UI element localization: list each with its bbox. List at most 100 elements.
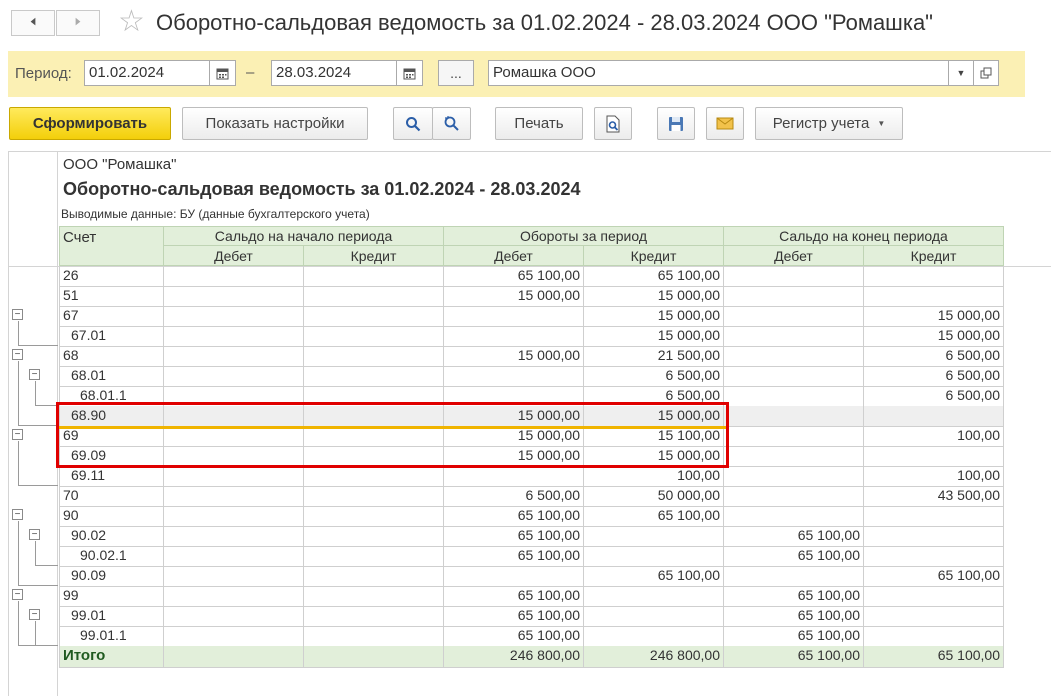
closing-credit-cell (863, 286, 1004, 307)
generate-button[interactable]: Сформировать (9, 107, 171, 140)
turnover-debit-cell (443, 366, 584, 387)
closing-debit-cell (723, 346, 864, 367)
collapse-group-68-01-icon[interactable]: − (29, 369, 40, 380)
closing-debit-cell (723, 366, 864, 387)
collapse-group-99-01-icon[interactable]: − (29, 609, 40, 620)
open-form-icon (980, 67, 992, 79)
chevron-down-icon: ▼ (877, 119, 886, 128)
account-cell: 26 (59, 266, 164, 287)
opening-debit-cell (163, 526, 304, 547)
closing-debit-cell: 65 100,00 (723, 606, 864, 627)
date-to-calendar-button[interactable] (396, 60, 423, 86)
opening-debit-cell (163, 366, 304, 387)
header-closing-credit: Кредит (863, 245, 1004, 266)
turnover-credit-cell: 50 000,00 (583, 486, 724, 507)
header-opening-credit: Кредит (303, 245, 444, 266)
turnover-debit-cell: 65 100,00 (443, 626, 584, 647)
tree-line (35, 381, 36, 406)
closing-debit-cell (723, 266, 864, 287)
header-turnover-debit: Дебет (443, 245, 584, 266)
accounting-register-button[interactable]: Регистр учета ▼ (755, 107, 903, 140)
closing-credit-cell (863, 546, 1004, 567)
closing-debit-cell (723, 486, 864, 507)
closing-debit-cell (723, 506, 864, 527)
organization-dropdown-button[interactable]: ▼ (948, 60, 974, 86)
organization-open-button[interactable] (973, 60, 999, 86)
closing-credit-cell: 15 000,00 (863, 326, 1004, 347)
opening-debit-cell (163, 346, 304, 367)
opening-debit-cell (163, 546, 304, 567)
opening-debit-cell (163, 606, 304, 627)
collapse-group-68-icon[interactable]: − (12, 349, 23, 360)
closing-credit-cell (863, 446, 1004, 467)
turnover-debit-cell: 65 100,00 (443, 506, 584, 527)
header-turnover-credit: Кредит (583, 245, 724, 266)
collapse-group-99-icon[interactable]: − (12, 589, 23, 600)
print-button[interactable]: Печать (495, 107, 583, 140)
print-preview-button[interactable] (594, 107, 632, 140)
turnover-credit-cell: 65 100,00 (583, 566, 724, 587)
account-cell: 99 (59, 586, 164, 607)
opening-debit-cell (163, 626, 304, 647)
date-from-calendar-button[interactable] (209, 60, 236, 86)
turnover-debit-cell: 65 100,00 (443, 546, 584, 567)
total-label: Итого (59, 646, 164, 668)
collapse-group-90-02-icon[interactable]: − (29, 529, 40, 540)
organization-input[interactable]: Ромашка ООО (488, 60, 949, 86)
window-title: Оборотно-сальдовая ведомость за 01.02.20… (156, 10, 933, 35)
opening-credit-cell (303, 606, 444, 627)
tree-line (18, 521, 19, 586)
turnover-debit-cell: 15 000,00 (443, 346, 584, 367)
turnover-credit-cell: 21 500,00 (583, 346, 724, 367)
period-separator: – (246, 64, 255, 81)
favorite-star-icon[interactable]: ☆ (118, 5, 145, 39)
turnover-credit-cell (583, 586, 724, 607)
closing-credit-cell: 65 100,00 (863, 566, 1004, 587)
collapse-group-90-icon[interactable]: − (12, 509, 23, 520)
date-to-input[interactable]: 28.03.2024 (271, 60, 397, 86)
closing-debit-cell: 65 100,00 (723, 546, 864, 567)
search-refresh-button[interactable] (432, 107, 471, 140)
closing-debit-cell (723, 386, 864, 407)
save-button[interactable] (657, 107, 695, 140)
opening-credit-cell (303, 546, 444, 567)
closing-debit-cell (723, 326, 864, 347)
show-settings-button[interactable]: Показать настройки (182, 107, 368, 140)
report-org: ООО "Ромашка" (63, 156, 177, 173)
turnover-credit-cell: 15 000,00 (583, 306, 724, 327)
total-closing-credit: 65 100,00 (863, 646, 1004, 668)
period-select-button[interactable]: ... (438, 60, 474, 86)
closing-debit-cell (723, 566, 864, 587)
opening-credit-cell (303, 466, 444, 487)
envelope-icon (716, 117, 734, 130)
back-button[interactable]: 🢐 (11, 10, 55, 36)
turnover-debit-cell: 65 100,00 (443, 266, 584, 287)
tree-line (35, 621, 36, 646)
date-from-input[interactable]: 01.02.2024 (84, 60, 210, 86)
tree-line (18, 345, 58, 346)
tree-line (18, 321, 19, 346)
turnover-debit-cell (443, 566, 584, 587)
account-cell: 67 (59, 306, 164, 327)
collapse-group-69-icon[interactable]: − (12, 429, 23, 440)
turnover-debit-cell: 65 100,00 (443, 586, 584, 607)
closing-credit-cell: 6 500,00 (863, 386, 1004, 407)
account-cell: 68.01 (59, 366, 164, 387)
closing-credit-cell (863, 586, 1004, 607)
search-button[interactable] (393, 107, 433, 140)
account-cell: 68 (59, 346, 164, 367)
opening-credit-cell (303, 526, 444, 547)
turnover-credit-cell: 15 000,00 (583, 286, 724, 307)
tree-line (35, 405, 58, 406)
total-closing-debit: 65 100,00 (723, 646, 864, 668)
tree-line (18, 441, 19, 486)
turnover-debit-cell: 65 100,00 (443, 606, 584, 627)
account-cell: 90.09 (59, 566, 164, 587)
closing-debit-cell: 65 100,00 (723, 586, 864, 607)
account-cell: 67.01 (59, 326, 164, 347)
send-email-button[interactable] (706, 107, 744, 140)
forward-button[interactable]: 🢒 (56, 10, 100, 36)
collapse-group-67-icon[interactable]: − (12, 309, 23, 320)
header-closing-balance: Сальдо на конец периода (723, 226, 1004, 246)
opening-credit-cell (303, 326, 444, 347)
